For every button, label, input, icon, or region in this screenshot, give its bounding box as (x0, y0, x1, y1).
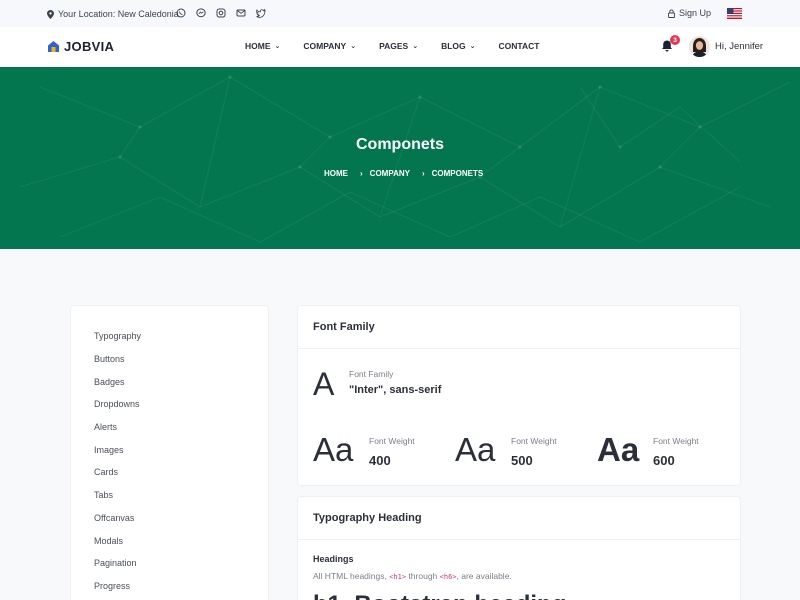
chevron-down-icon: ⌄ (412, 43, 419, 50)
menu-home[interactable]: HOME ⌄ (245, 41, 280, 51)
messenger-icon[interactable] (195, 7, 207, 19)
breadcrumb-company[interactable]: COMPANY (370, 169, 410, 178)
menu-contact[interactable]: CONTACT (499, 41, 540, 51)
code-h1: <h1> (389, 573, 407, 581)
headings-description: All HTML headings, <h1> through <h6>, ar… (313, 571, 512, 581)
sidebar-item-cards[interactable]: Cards (71, 461, 268, 484)
sign-up-label: Sign Up (679, 8, 712, 18)
lock-icon (668, 9, 675, 18)
sidebar-item-typography[interactable]: Typography (71, 325, 268, 348)
sidebar-item-offcanvas[interactable]: Offcanvas (71, 507, 268, 530)
font-family-card: Font Family A Font Family "Inter", sans-… (297, 305, 741, 486)
page-header-banner: Componets HOME › COMPANY › COMPONETS (0, 67, 800, 249)
typography-card-title: Typography Heading (298, 497, 740, 540)
font-weight-value: 500 (511, 453, 533, 468)
menu-pages[interactable]: PAGES ⌄ (379, 41, 418, 51)
sidebar-item-buttons[interactable]: Buttons (71, 348, 268, 371)
sidebar-item-progress[interactable]: Progress (71, 575, 268, 598)
notification-badge: 3 (670, 35, 680, 45)
headings-desc-suffix: , are available. (456, 571, 512, 581)
headings-label: Headings (313, 554, 354, 564)
breadcrumb: HOME › COMPANY › COMPONETS (324, 169, 483, 178)
font-weight-label: Font Weight (653, 436, 699, 446)
font-family-glyph: A (313, 366, 335, 402)
mail-icon[interactable] (235, 7, 247, 19)
sidebar-item-alerts[interactable]: Alerts (71, 416, 268, 439)
logo[interactable]: JOBVIA (47, 39, 114, 54)
avatar[interactable] (689, 36, 710, 57)
us-flag-icon[interactable] (727, 8, 742, 19)
breadcrumb-current: COMPONETS (431, 169, 484, 178)
font-family-card-title: Font Family (298, 306, 740, 349)
main-menu: HOME ⌄ COMPANY ⌄ PAGES ⌄ BLOG ⌄ CONTACT (245, 41, 539, 51)
location: Your Location: New Caledonia (47, 9, 179, 19)
sidebar-item-badges[interactable]: Badges (71, 370, 268, 393)
chevron-down-icon: ⌄ (469, 43, 476, 50)
page-title: Componets (356, 136, 444, 153)
font-weight-glyph: Aa (455, 431, 496, 468)
sidebar-item-modals[interactable]: Modals (71, 529, 268, 552)
font-weight-label: Font Weight (511, 436, 557, 446)
font-weight-value: 400 (369, 453, 391, 468)
headings-desc-prefix: All HTML headings, (313, 571, 390, 581)
sidebar-item-images[interactable]: Images (71, 438, 268, 461)
font-family-value: "Inter", sans-serif (349, 384, 442, 396)
user-greeting[interactable]: Hi, Jennifer (715, 41, 763, 52)
chevron-down-icon: ⌄ (274, 43, 281, 50)
headings-desc-mid: through (406, 571, 440, 581)
map-pin-icon (47, 9, 54, 19)
top-bar: Your Location: New Caledonia Sign Up (0, 0, 800, 27)
menu-blog[interactable]: BLOG ⌄ (441, 41, 475, 51)
instagram-icon[interactable] (215, 7, 227, 19)
component-sidebar: Typography Buttons Badges Dropdowns Aler… (70, 305, 269, 600)
sign-up-link[interactable]: Sign Up (668, 8, 711, 18)
network-pattern (19, 75, 791, 243)
chevron-down-icon: ⌄ (350, 43, 357, 50)
twitter-icon[interactable] (255, 7, 267, 19)
sidebar-item-dropdowns[interactable]: Dropdowns (71, 393, 268, 416)
h1-sample: h1. Bootstrap heading (313, 591, 566, 600)
code-h6: <h6> (439, 573, 457, 581)
main-navbar: JOBVIA HOME ⌄ COMPANY ⌄ PAGES ⌄ BLOG ⌄ C… (0, 27, 800, 67)
font-weight-label: Font Weight (369, 436, 415, 446)
social-links (175, 7, 267, 19)
font-weight-glyph: Aa (597, 431, 640, 468)
menu-contact-label: CONTACT (498, 41, 540, 51)
logo-icon (48, 41, 59, 52)
font-weight-value: 600 (653, 453, 675, 468)
menu-home-label: HOME (245, 41, 271, 51)
chevron-right-icon: › (360, 169, 363, 178)
whatsapp-icon[interactable] (175, 7, 187, 19)
font-weight-glyph: Aa (313, 431, 354, 468)
chevron-right-icon: › (421, 169, 425, 178)
menu-blog-label: BLOG (441, 41, 466, 51)
logo-text: JOBVIA (64, 39, 115, 54)
sidebar-item-pagination[interactable]: Pagination (71, 552, 268, 575)
typography-heading-card: Typography Heading Headings All HTML hea… (297, 496, 741, 600)
breadcrumb-home[interactable]: HOME (324, 169, 348, 178)
sidebar-item-tabs[interactable]: Tabs (71, 484, 268, 507)
menu-company-label: COMPANY (303, 41, 347, 51)
menu-company[interactable]: COMPANY ⌄ (303, 41, 356, 51)
menu-pages-label: PAGES (379, 41, 409, 51)
font-family-label: Font Family (349, 369, 394, 379)
location-text: Your Location: New Caledonia (58, 9, 179, 19)
